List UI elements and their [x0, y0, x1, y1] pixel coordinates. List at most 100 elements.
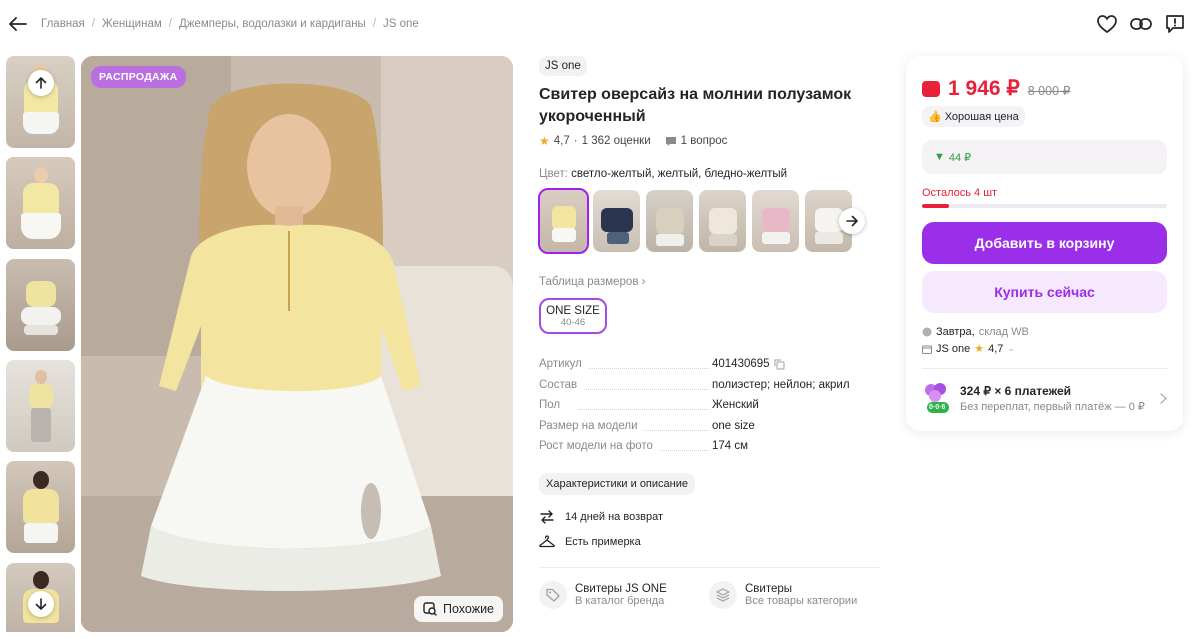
chevron-right-icon: ›	[641, 276, 646, 288]
copy-icon[interactable]	[773, 358, 785, 370]
spec-row: Пол Женский	[539, 399, 881, 420]
installment-offer[interactable]: 0·0·6 324 ₽ × 6 платежей Без переплат, п…	[922, 378, 1167, 418]
breadcrumb: Главная / Женщинам / Джемперы, водолазки и…	[41, 18, 419, 30]
color-swatch-navy[interactable]	[593, 190, 640, 252]
installment-title: 324 ₽ × 6 платежей	[960, 383, 1072, 398]
shop-icon	[922, 345, 932, 354]
layers-icon	[709, 580, 737, 609]
sale-badge: РАСПРОДАЖА	[91, 66, 186, 88]
color-swatch-beige[interactable]	[646, 190, 693, 252]
description-button[interactable]: Характеристики и описание	[539, 472, 695, 495]
buy-now-button[interactable]: Купить сейчас	[922, 271, 1167, 313]
color-swatch-cream[interactable]	[699, 190, 746, 252]
cashback-info[interactable]: ▼ 44 ₽	[922, 140, 1167, 174]
seller-link[interactable]: JS one ★ 4,7 ⌄	[922, 342, 1015, 355]
rating-row: ★ 4,7 · 1 362 оценки 1 вопрос	[539, 134, 728, 148]
seller-name: JS one	[936, 342, 971, 355]
color-swatch-pink[interactable]	[752, 190, 799, 252]
thumbnail-image[interactable]	[6, 259, 75, 351]
swatches-next-arrow-icon[interactable]	[839, 208, 865, 234]
question-bubble-icon	[665, 136, 676, 146]
return-text: 14 дней на возврат	[565, 510, 663, 523]
spec-key: Состав	[539, 378, 584, 391]
related-links: Свитеры JS ONE В каталог бренда Свитеры …	[539, 580, 881, 609]
similar-icon	[423, 602, 437, 616]
similar-button[interactable]: Похожие	[413, 596, 503, 622]
spec-value: 174 см	[712, 440, 749, 452]
installment-subtitle: Без переплат, первый платёж — 0 ₽	[960, 400, 1145, 413]
brand-catalog-title: Свитеры JS ONE	[575, 582, 667, 595]
stock-progress-fill	[922, 204, 949, 208]
heart-icon[interactable]	[1096, 13, 1118, 35]
arrow-down-icon: ▼	[934, 151, 945, 163]
stock-left: Осталось 4 шт	[922, 187, 998, 199]
product-photo	[81, 56, 513, 632]
top-bar: Главная / Женщинам / Джемперы, водолазки и…	[0, 0, 1200, 50]
good-price-badge: 👍 Хорошая цена	[922, 106, 1025, 127]
category-subtitle: Все товары категории	[745, 594, 858, 607]
thumbnail-strip	[6, 56, 75, 632]
color-value: светло-желтый, желтый, бледно-желтый	[571, 168, 788, 180]
questions-link[interactable]: 1 вопрос	[665, 135, 728, 147]
color-swatches	[538, 188, 881, 254]
brand-catalog-link[interactable]: Свитеры JS ONE В каталог бренда	[539, 580, 709, 609]
stock-progress	[922, 204, 1167, 208]
size-option[interactable]: ONE SIZE 40-46	[539, 298, 607, 334]
questions-count: 1 вопрос	[680, 135, 728, 147]
size-table-link[interactable]: Таблица размеров ›	[539, 276, 881, 288]
add-to-cart-button[interactable]: Добавить в корзину	[922, 222, 1167, 264]
thumbnails-up-arrow-icon[interactable]	[28, 70, 54, 96]
cashback-value: 44 ₽	[948, 151, 972, 164]
color-label: Цвет: светло-желтый, желтый, бледно-желт…	[539, 168, 788, 180]
rating-value[interactable]: 4,7	[554, 135, 570, 147]
divider	[922, 368, 1167, 369]
size-name: ONE SIZE	[546, 304, 600, 317]
chevron-down-icon: ⌄	[1007, 343, 1015, 353]
star-icon: ★	[974, 343, 985, 355]
seller-rating: 4,7	[988, 342, 1004, 355]
breadcrumb-item[interactable]: Джемперы, водолазки и кардиганы	[179, 18, 366, 30]
size-range: 40-46	[560, 316, 586, 328]
product-main-image[interactable]: РАСПРОДАЖА Похожие	[81, 56, 513, 632]
delivery-place: склад WB	[978, 326, 1029, 338]
price-row: 1 946 ₽ 8 000 ₽	[922, 76, 1070, 101]
link-icon[interactable]	[1130, 13, 1152, 35]
category-title: Свитеры	[745, 582, 793, 595]
similar-label: Похожие	[442, 602, 494, 616]
spec-key: Размер на модели	[539, 419, 644, 432]
brand-catalog-subtitle: В каталог бренда	[575, 594, 665, 607]
reviews-count[interactable]: 1 362 оценки	[582, 135, 651, 147]
back-arrow-icon[interactable]	[6, 12, 30, 36]
thumbnail-image-active[interactable]	[6, 157, 75, 249]
product-title: Свитер оверсайз на молнии полузамок укор…	[539, 86, 852, 125]
tag-icon	[539, 580, 567, 609]
spec-row: Артикул 401430695	[539, 358, 881, 379]
breadcrumb-item[interactable]: Главная	[41, 18, 85, 30]
installment-badge: 0·0·6	[929, 404, 946, 411]
spec-key: Пол	[539, 399, 567, 411]
color-swatch-yellow[interactable]	[538, 188, 589, 254]
spec-row: Рост модели на фото 174 см	[539, 440, 881, 461]
thumbs-up-icon: 👍	[928, 111, 942, 123]
star-icon: ★	[539, 134, 550, 148]
breadcrumb-item[interactable]: Женщинам	[102, 18, 162, 30]
spec-key: Рост модели на фото	[539, 440, 659, 452]
return-icon	[540, 509, 554, 524]
brand-chip[interactable]: JS one	[539, 56, 587, 76]
divider	[539, 566, 879, 568]
spec-value: Женский	[712, 399, 759, 411]
spec-value: one size	[712, 419, 755, 432]
report-icon[interactable]	[1164, 13, 1186, 35]
spec-row: Размер на модели one size	[539, 419, 881, 441]
category-link[interactable]: Свитеры Все товары категории	[709, 580, 879, 609]
breadcrumb-item[interactable]: JS one	[383, 18, 419, 30]
buy-card: 1 946 ₽ 8 000 ₽ 👍 Хорошая цена ▼ 44 ₽ Ос…	[906, 56, 1183, 431]
thumbnail-image[interactable]	[6, 360, 75, 452]
thumbnail-image[interactable]	[6, 461, 75, 553]
wallet-icon	[922, 81, 940, 97]
fitting-text: Есть примерка	[565, 535, 641, 548]
spec-key: Артикул	[539, 358, 588, 370]
delivery-icon	[922, 327, 932, 337]
spec-value: полиэстер; нейлон; акрил	[712, 378, 850, 391]
thumbnails-down-arrow-icon[interactable]	[28, 591, 54, 617]
